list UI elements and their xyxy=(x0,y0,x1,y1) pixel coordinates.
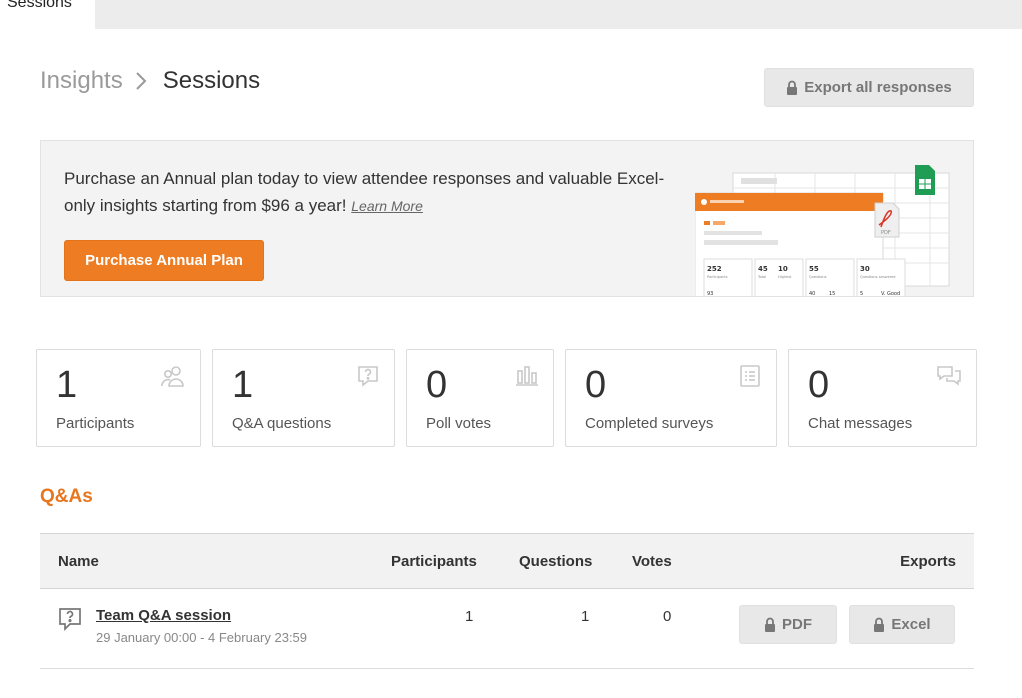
svg-text:Participants: Participants xyxy=(707,275,728,279)
row-questions: 1 xyxy=(581,608,590,625)
svg-text:45: 45 xyxy=(758,265,768,273)
stat-card-qa-questions: 1 Q&A questions xyxy=(212,349,395,447)
svg-text:Questions: Questions xyxy=(809,275,827,279)
qa-session-icon xyxy=(58,606,82,637)
stat-label: Participants xyxy=(56,415,135,432)
poll-icon xyxy=(515,364,539,393)
svg-text:V. Good: V. Good xyxy=(881,291,900,297)
stat-value: 0 xyxy=(426,364,448,406)
section-title-qa: Q&As xyxy=(40,486,93,507)
tab-bar: Sessions xyxy=(0,0,1022,29)
svg-text:30: 30 xyxy=(860,265,870,273)
breadcrumb-insights[interactable]: Insights xyxy=(40,67,123,95)
svg-text:252: 252 xyxy=(707,265,722,273)
stat-card-completed-surveys: 0 Completed surveys xyxy=(565,349,777,447)
tab-sessions-label: Sessions xyxy=(7,0,72,11)
svg-text:Total: Total xyxy=(757,275,766,279)
lock-icon xyxy=(764,617,776,632)
column-name: Name xyxy=(58,553,99,570)
column-participants: Participants xyxy=(391,553,477,570)
column-votes: Votes xyxy=(632,553,672,570)
svg-text:Questions answered: Questions answered xyxy=(860,275,896,279)
svg-text:PDF: PDF xyxy=(881,230,891,236)
svg-text:40: 40 xyxy=(809,291,815,297)
row-votes: 0 xyxy=(663,608,672,625)
column-questions: Questions xyxy=(519,553,593,570)
excel-icon xyxy=(915,165,935,195)
export-excel-button[interactable]: Excel xyxy=(849,605,955,644)
stat-card-chat-messages: 0 Chat messages xyxy=(788,349,977,447)
stat-label: Q&A questions xyxy=(232,415,332,432)
learn-more-link[interactable]: Learn More xyxy=(351,198,423,214)
stat-label: Poll votes xyxy=(426,415,492,432)
breadcrumb: Insights Sessions xyxy=(40,66,260,96)
svg-text:15: 15 xyxy=(829,291,835,297)
lock-icon xyxy=(786,80,798,95)
report-preview-illustration: PDF 252 Participants 93 45 10 Total High… xyxy=(694,163,955,297)
tab-sessions[interactable]: Sessions xyxy=(0,0,95,29)
session-link[interactable]: Team Q&A session xyxy=(96,607,231,624)
export-excel-label: Excel xyxy=(891,616,931,633)
pdf-icon: PDF xyxy=(874,202,900,238)
row-participants: 1 xyxy=(465,608,474,625)
qa-table-header: Name Participants Questions Votes Export… xyxy=(40,533,974,589)
qa-icon xyxy=(356,364,380,393)
stat-card-poll-votes: 0 Poll votes xyxy=(406,349,554,447)
page-title: Sessions xyxy=(162,67,261,94)
survey-icon xyxy=(738,364,762,393)
svg-text:55: 55 xyxy=(809,265,819,273)
svg-text:93: 93 xyxy=(707,291,713,297)
session-date: 29 January 00:00 - 4 February 23:59 xyxy=(96,630,308,645)
svg-text:10: 10 xyxy=(778,265,788,273)
stat-card-participants: 1 Participants xyxy=(36,349,201,447)
table-row: Team Q&A session 29 January 00:00 - 4 Fe… xyxy=(40,589,974,669)
stat-label: Completed surveys xyxy=(585,415,714,432)
stat-label: Chat messages xyxy=(808,415,913,432)
banner-text: Purchase an Annual plan today to view at… xyxy=(64,165,684,220)
purchase-annual-plan-button[interactable]: Purchase Annual Plan xyxy=(64,240,264,281)
stat-value: 0 xyxy=(808,364,830,406)
stat-value: 1 xyxy=(232,364,254,406)
chat-icon xyxy=(936,364,962,393)
participants-icon xyxy=(160,364,186,395)
chevron-right-icon xyxy=(135,66,149,96)
lock-icon xyxy=(873,617,885,632)
column-exports: Exports xyxy=(900,553,956,570)
stat-value: 1 xyxy=(56,364,78,406)
svg-text:Highest: Highest xyxy=(778,275,792,279)
upgrade-banner: Purchase an Annual plan today to view at… xyxy=(40,140,974,297)
export-all-button[interactable]: Export all responses xyxy=(764,68,974,107)
svg-text:5: 5 xyxy=(860,291,863,297)
export-pdf-button[interactable]: PDF xyxy=(739,605,837,644)
export-pdf-label: PDF xyxy=(782,616,812,633)
export-all-label: Export all responses xyxy=(804,79,952,96)
stat-value: 0 xyxy=(585,364,607,406)
